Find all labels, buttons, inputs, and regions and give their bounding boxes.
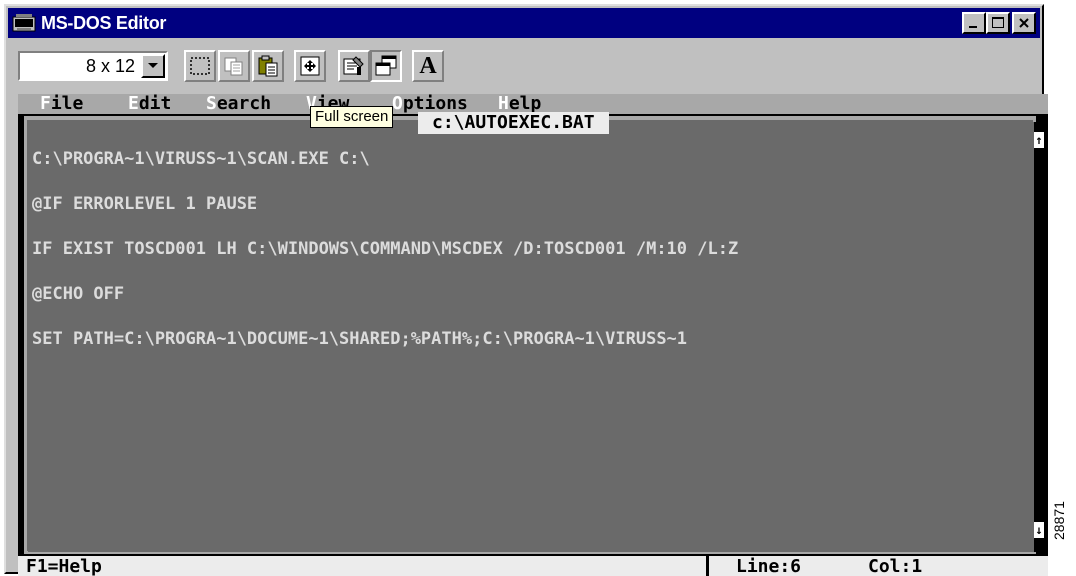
msdos-window: MS-DOS Editor 8 x 12 A File Edit Search …	[4, 4, 1048, 576]
scroll-down-icon[interactable]: ↓	[1034, 522, 1044, 538]
code-line[interactable]: @IF ERRORLEVEL 1 PAUSE	[32, 196, 1034, 213]
status-line-number: Line:6	[736, 556, 802, 576]
vertical-scrollbar[interactable]: ↑ ↓	[1034, 122, 1044, 552]
menu-edit[interactable]: Edit	[128, 94, 171, 114]
full-screen-button[interactable]	[294, 50, 326, 82]
menu-file[interactable]: File	[40, 94, 83, 114]
font-size-select[interactable]: 8 x 12	[18, 51, 168, 81]
minimize-icon	[969, 26, 977, 28]
minimize-button[interactable]	[962, 12, 986, 34]
toolbar: 8 x 12 A	[8, 40, 1040, 92]
properties-icon	[343, 56, 364, 75]
font-button[interactable]: A	[412, 50, 444, 82]
msdos-window-icon	[12, 14, 36, 32]
editor-text-area[interactable]: C:\PROGRA~1\VIRUSS~1\SCAN.EXE C:\ @IF ER…	[28, 122, 1034, 552]
font-size-dropdown-button[interactable]	[141, 54, 165, 78]
editor-menu-bar: File Edit Search View Options Help	[18, 94, 1048, 114]
maximize-icon	[992, 17, 1004, 28]
status-bar: F1=Help Line:6 Col:1	[18, 556, 1048, 576]
window-title: MS-DOS Editor	[41, 12, 167, 33]
status-help: F1=Help	[26, 556, 102, 576]
close-icon	[1019, 18, 1029, 28]
full-screen-icon	[300, 56, 320, 76]
title-bar[interactable]: MS-DOS Editor	[8, 8, 1040, 38]
menu-help[interactable]: Help	[498, 94, 541, 114]
code-line[interactable]: C:\PROGRA~1\VIRUSS~1\SCAN.EXE C:\	[32, 151, 1034, 168]
status-divider	[706, 556, 709, 576]
close-button[interactable]	[1012, 12, 1036, 34]
copy-button[interactable]	[218, 50, 250, 82]
chevron-down-icon	[148, 63, 158, 68]
background-icon	[375, 55, 397, 76]
menu-search[interactable]: Search	[206, 94, 271, 114]
status-column-number: Col:1	[868, 556, 923, 576]
font-size-value: 8 x 12	[85, 55, 135, 76]
menu-options[interactable]: Options	[392, 94, 468, 114]
copy-icon	[224, 57, 243, 76]
properties-button[interactable]	[338, 50, 370, 82]
code-line[interactable]: IF EXIST TOSCD001 LH C:\WINDOWS\COMMAND\…	[32, 241, 1034, 258]
background-button[interactable]	[370, 50, 402, 82]
paste-icon	[258, 55, 278, 77]
mark-button[interactable]	[184, 50, 216, 82]
maximize-button[interactable]	[986, 12, 1010, 34]
dos-screen[interactable]: File Edit Search View Options Help C:\PR…	[18, 94, 1048, 576]
full-screen-tooltip: Full screen	[310, 106, 394, 128]
window-controls	[962, 12, 1036, 34]
mark-icon	[190, 57, 210, 75]
font-icon: A	[419, 52, 437, 79]
paste-button[interactable]	[252, 50, 284, 82]
scroll-up-icon[interactable]: ↑	[1034, 132, 1044, 148]
code-line[interactable]: SET PATH=C:\PROGRA~1\DOCUME~1\SHARED;%PA…	[32, 331, 1034, 348]
code-line[interactable]: @ECHO OFF	[32, 286, 1034, 303]
figure-id: 28871	[1051, 501, 1067, 540]
file-title: c:\AUTOEXEC.BAT	[418, 112, 609, 134]
